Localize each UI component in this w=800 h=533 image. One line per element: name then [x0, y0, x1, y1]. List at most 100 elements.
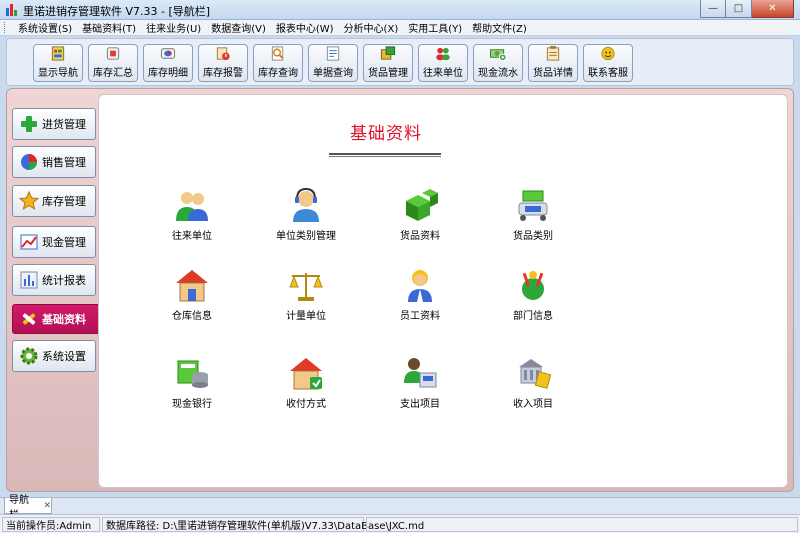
- nav-basic-data[interactable]: 基础资料: [12, 304, 104, 334]
- toolbar-stock-query-button[interactable]: 库存查询: [253, 44, 303, 82]
- nav-cash-management[interactable]: 现金管理: [12, 226, 96, 258]
- tile-measurement-unit[interactable]: 计量单位: [251, 267, 361, 322]
- status-bar: 当前操作员:Admin 数据库路径: D:\里诺进销存管理软件(单机版)V7.3…: [0, 514, 800, 533]
- tile-goods-data[interactable]: 货品资料: [365, 187, 475, 242]
- tile-label: 计量单位: [286, 311, 326, 322]
- toolbar-label: 库存汇总: [93, 68, 133, 79]
- status-db-path: 数据库路径: D:\里诺进销存管理软件(单机版)V7.33\DataBase\J…: [102, 516, 424, 532]
- tools-icon: [22, 313, 36, 325]
- tile-label: 员工资料: [400, 311, 440, 322]
- nav-label: 库存管理: [42, 195, 86, 208]
- tile-employee-data[interactable]: 员工资料: [365, 267, 475, 322]
- menu-analysis-center[interactable]: 分析中心(X): [339, 20, 404, 35]
- toolbar-label: 联系客服: [588, 68, 628, 79]
- tile-payment-method[interactable]: 收付方式: [251, 355, 361, 410]
- menu-basic-data[interactable]: 基础资料(T): [77, 20, 141, 35]
- navigation-icon: [51, 46, 65, 61]
- tab-navigation[interactable]: 导航栏 ✕: [4, 495, 52, 521]
- menu-bar: 系统设置(S) 基础资料(T) 往来业务(U) 数据查询(V) 报表中心(W) …: [0, 20, 800, 36]
- tile-income-item[interactable]: 收入项目: [478, 355, 588, 410]
- toolbar-label: 往来单位: [423, 68, 463, 79]
- nav-sales-management[interactable]: 销售管理: [12, 146, 96, 178]
- toolbar-stock-summary-button[interactable]: 库存汇总: [88, 44, 138, 82]
- status-operator: 当前操作员:Admin: [2, 516, 100, 532]
- tile-cash-bank[interactable]: 现金银行: [137, 355, 247, 410]
- stock-alarm-icon: [216, 47, 230, 61]
- warehouse-icon: [176, 270, 208, 302]
- tile-label: 收入项目: [513, 399, 553, 410]
- toolbar-label: 库存查询: [258, 68, 298, 79]
- document-tab-strip: 导航栏 ✕: [0, 495, 800, 521]
- nav-system-settings[interactable]: 系统设置: [12, 340, 96, 372]
- toolbar-label: 货品管理: [368, 68, 408, 79]
- toolbar-customer-service-button[interactable]: 联系客服: [583, 44, 633, 82]
- menu-grip[interactable]: [4, 22, 7, 33]
- toolbar-label: 单据查询: [313, 68, 353, 79]
- toolbar-label: 货品详情: [533, 68, 573, 79]
- people-icon: [176, 192, 208, 221]
- title-bar: 里诺进销存管理软件 V7.33 - [导航栏] — □ ✕: [0, 0, 800, 20]
- nav-label: 销售管理: [42, 156, 86, 169]
- toolbar-partner-button[interactable]: 往来单位: [418, 44, 468, 82]
- menu-tools[interactable]: 实用工具(Y): [403, 20, 467, 35]
- toolbar-stock-detail-button[interactable]: 库存明细: [143, 44, 193, 82]
- menu-system-settings[interactable]: 系统设置(S): [13, 20, 77, 35]
- window-title: 里诺进销存管理软件 V7.33 - [导航栏]: [23, 5, 211, 18]
- page-title: 基础资料: [350, 124, 422, 144]
- stock-query-icon: [271, 46, 284, 61]
- tile-department-info[interactable]: 部门信息: [478, 267, 588, 322]
- toolbar-stock-alarm-button[interactable]: 库存报警: [198, 44, 248, 82]
- menu-business[interactable]: 往来业务(U): [141, 20, 206, 35]
- maximize-button[interactable]: □: [726, 0, 752, 18]
- tile-expense-item[interactable]: 支出项目: [365, 355, 475, 410]
- tile-label: 现金银行: [172, 399, 212, 410]
- menu-help[interactable]: 帮助文件(Z): [467, 20, 532, 35]
- toolbar-label: 库存明细: [148, 68, 188, 79]
- tile-partner[interactable]: 往来单位: [137, 187, 247, 242]
- customer-service-icon: [601, 46, 615, 61]
- tile-unit-category[interactable]: 单位类别管理: [251, 187, 361, 242]
- income-icon: [519, 359, 552, 389]
- nav-label: 系统设置: [42, 350, 86, 363]
- title-divider: [329, 153, 441, 157]
- category-boxes-icon: [518, 190, 548, 221]
- star-icon: [19, 191, 39, 211]
- nav-purchase-management[interactable]: 进货管理: [12, 108, 96, 140]
- employee-icon: [408, 270, 432, 302]
- toolbar-document-query-button[interactable]: 单据查询: [308, 44, 358, 82]
- tile-warehouse-info[interactable]: 仓库信息: [137, 267, 247, 322]
- close-icon: ✕: [768, 3, 777, 14]
- pie-chart-icon: [21, 154, 37, 170]
- toolbar-show-navigation-button[interactable]: 显示导航: [33, 44, 83, 82]
- close-button[interactable]: ✕: [752, 0, 794, 18]
- nav-inventory-management[interactable]: 库存管理: [12, 185, 96, 217]
- scale-icon: [289, 273, 323, 301]
- nav-label: 进货管理: [42, 118, 86, 131]
- headset-user-icon: [293, 187, 319, 222]
- nav-label: 统计报表: [42, 274, 86, 287]
- minimize-button[interactable]: —: [700, 0, 726, 18]
- toolbar: 显示导航 库存汇总 库存明细 库存报警 库存查询 单据查询 货品管理 往来单位: [6, 38, 794, 86]
- content-panel: 基础资料 往来单位 单位类别管理 货品资料 货品类别 仓库信息 计量单位 员工资…: [98, 94, 788, 488]
- department-icon: [522, 271, 544, 300]
- toolbar-cash-flow-button[interactable]: 现金流水: [473, 44, 523, 82]
- toolbar-goods-management-button[interactable]: 货品管理: [363, 44, 413, 82]
- toolbar-goods-detail-button[interactable]: 货品详情: [528, 44, 578, 82]
- toolbar-label: 显示导航: [38, 68, 78, 79]
- close-icon[interactable]: ✕: [43, 501, 51, 511]
- maximize-icon: □: [733, 3, 744, 14]
- menu-report-center[interactable]: 报表中心(W): [271, 20, 339, 35]
- cash-flow-icon: [489, 49, 507, 62]
- menu-data-query[interactable]: 数据查询(V): [206, 20, 271, 35]
- toolbar-label: 现金流水: [478, 68, 518, 79]
- tile-label: 单位类别管理: [276, 231, 336, 242]
- nav-statistics-report[interactable]: 统计报表: [12, 264, 96, 296]
- minimize-icon: —: [708, 3, 718, 14]
- tile-label: 支出项目: [400, 399, 440, 410]
- tile-goods-category[interactable]: 货品类别: [478, 187, 588, 242]
- tile-label: 往来单位: [172, 231, 212, 242]
- tile-label: 仓库信息: [172, 311, 212, 322]
- cash-bank-icon: [177, 360, 208, 388]
- gear-icon: [20, 347, 38, 365]
- tile-label: 货品类别: [513, 231, 553, 242]
